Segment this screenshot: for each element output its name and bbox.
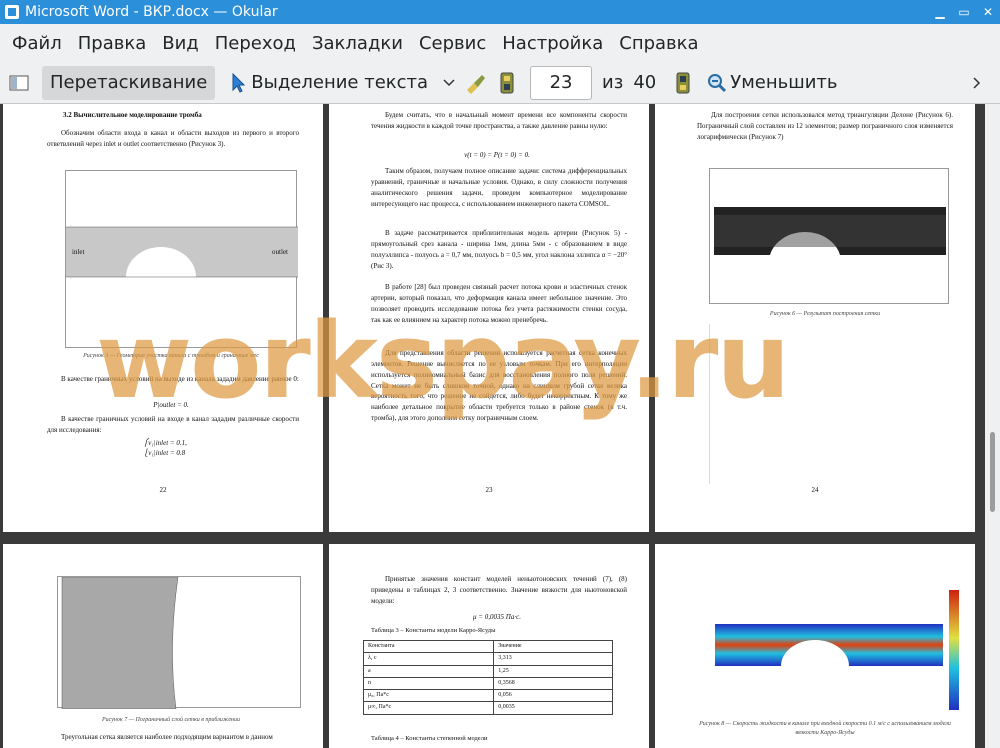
previous-page-icon[interactable] <box>494 70 520 96</box>
page-of-label: из <box>602 72 624 93</box>
paragraph: В задаче рассматривается приблизительная… <box>371 229 627 270</box>
page-number: 24 <box>811 486 819 495</box>
window-title: Microsoft Word - ВКР.docx — Okular <box>25 4 278 20</box>
outlet-label: outlet <box>272 248 288 256</box>
document-page-27: Рисунок 8 — Скорость жидкости в канале п… <box>655 544 975 748</box>
document-page-26: Принятые значения констант моделей ненью… <box>329 544 649 748</box>
text-cursor-icon <box>225 70 251 96</box>
table-row: n 0,3568 <box>362 676 613 691</box>
next-page-icon[interactable] <box>670 70 696 96</box>
figure-boundary-mesh <box>57 576 301 710</box>
menu-bookmarks[interactable]: Закладки <box>304 33 411 54</box>
figure-caption: Рисунок 8 — Скорость жидкости в канале п… <box>699 721 951 737</box>
table-row: a 1,25 <box>362 664 613 678</box>
geometry-plot <box>66 226 298 278</box>
table-cell: 3,313 <box>493 652 613 666</box>
menu-settings[interactable]: Настройка <box>494 33 611 54</box>
table-cell: 0,3568 <box>493 676 613 691</box>
minimize-button[interactable]: ▁ <box>928 5 952 19</box>
menu-go[interactable]: Переход <box>207 33 304 54</box>
document-page-24: Для построения сетки использовался метод… <box>655 104 975 532</box>
document-page-22: 3.2 Вычислительное моделирование тромба … <box>3 104 323 532</box>
chevron-right-icon[interactable] <box>964 70 990 96</box>
scrollbar-thumb[interactable] <box>990 432 995 512</box>
section-heading: 3.2 Вычислительное моделирование тромба <box>63 111 202 119</box>
table-cell: μ∞, Па*с <box>362 701 495 715</box>
table-header-cell: Константа <box>362 639 495 654</box>
figure-geometry: inlet outlet <box>65 170 298 348</box>
equation: v(t = 0) = P(t = 0) = 0. <box>464 151 530 159</box>
vertical-scrollbar[interactable] <box>985 104 1000 748</box>
table-title: Таблица 4 – Константы степенной модели <box>371 735 488 742</box>
table-cell: μ₀, Па*с <box>362 689 495 703</box>
paragraph: Таким образом, получаем полное описание … <box>371 167 627 208</box>
chevron-down-icon[interactable] <box>436 70 462 96</box>
blank-plot-area <box>708 324 949 484</box>
paragraph: В качестве граничных условий на входе в … <box>47 415 299 434</box>
figure-caption: Рисунок 7 — Пограничный слой сетки в при… <box>101 717 240 723</box>
boundary-mesh-plot <box>61 576 179 710</box>
paragraph: Принятые значения констант моделей ненью… <box>371 575 627 605</box>
menu-bar: Файл Правка Вид Переход Закладки Сервис … <box>0 24 1000 62</box>
equation: μ = 0,0035 Па·с. <box>473 613 521 621</box>
zoom-out-button[interactable]: Уменьшить <box>730 72 837 93</box>
table-cell: 0,056 <box>493 689 613 703</box>
table-cell: a <box>362 664 495 678</box>
inlet-label: inlet <box>72 248 85 256</box>
table-title: Таблица 3 – Константы модели Карро-Ясуды <box>371 627 496 634</box>
paragraph: Для представления области решения исполь… <box>371 349 627 423</box>
document-page-23: Будем считать, что в начальный момент вр… <box>329 104 649 532</box>
table-row: μ₀, Па*с 0,056 <box>362 689 613 703</box>
page-total-label: 40 <box>633 72 657 93</box>
menu-view[interactable]: Вид <box>154 33 207 54</box>
table-header-row: Константа Значение <box>362 639 613 654</box>
table-cell: λ, с <box>362 652 495 666</box>
sidebar-toggle-icon[interactable] <box>6 70 32 96</box>
mesh-plot <box>714 207 946 255</box>
text-select-button[interactable]: Выделение текста <box>251 66 436 100</box>
table-row: λ, с 3,313 <box>362 652 613 666</box>
constants-table: Константа Значение λ, с 3,313 a 1,25 n 0,356… <box>343 638 633 715</box>
page-number: 22 <box>159 486 167 495</box>
menu-file[interactable]: Файл <box>4 33 70 54</box>
table-cell: n <box>362 676 495 691</box>
velocity-plot <box>715 590 959 710</box>
figure-velocity <box>701 580 971 718</box>
zoom-out-icon[interactable] <box>704 70 730 96</box>
close-button[interactable]: ✕ <box>976 5 1000 19</box>
table-cell: 1,25 <box>493 664 613 678</box>
menu-help[interactable]: Справка <box>611 33 706 54</box>
figure-caption: Рисунок 6 — Результат построения сетки <box>769 311 881 317</box>
menu-edit[interactable]: Правка <box>70 33 155 54</box>
paragraph: Обозначим области входа в канал и област… <box>47 129 299 148</box>
page-number: 23 <box>485 486 493 495</box>
toolbar: Перетаскивание Выделение текста 23 из 40… <box>0 62 1000 104</box>
title-bar: Microsoft Word - ВКР.docx — Okular ▁ ▭ ✕ <box>0 0 1000 24</box>
table-cell: 0,0035 <box>493 701 613 715</box>
app-icon <box>5 5 19 19</box>
highlighter-icon[interactable] <box>462 70 488 96</box>
restore-button[interactable]: ▭ <box>952 5 976 19</box>
equation: P|outlet = 0. <box>153 401 189 409</box>
figure-caption: Рисунок 3 — Геометрия участка канала с т… <box>83 353 259 359</box>
document-page-25: Рисунок 7 — Пограничный слой сетки в при… <box>3 544 323 748</box>
menu-tools[interactable]: Сервис <box>411 33 494 54</box>
drag-mode-button[interactable]: Перетаскивание <box>42 65 216 100</box>
paragraph: Будем считать, что в начальный момент вр… <box>371 111 627 130</box>
paragraph: Для построения сетки использовался метод… <box>697 111 953 141</box>
table-header-cell: Значение <box>493 639 613 654</box>
page-number-input[interactable]: 23 <box>530 65 593 100</box>
equation-line: ⎩v₁|inlet = 0.8 <box>143 449 186 457</box>
paragraph: Треугольная сетка является наиболее подх… <box>61 733 273 741</box>
table-row: μ∞, Па*с 0,0035 <box>362 701 613 715</box>
figure-mesh <box>709 168 949 304</box>
paragraph: В качестве граничных условий на выходе и… <box>61 375 299 383</box>
paragraph: В работе [28] был проведен связный расче… <box>371 283 627 324</box>
